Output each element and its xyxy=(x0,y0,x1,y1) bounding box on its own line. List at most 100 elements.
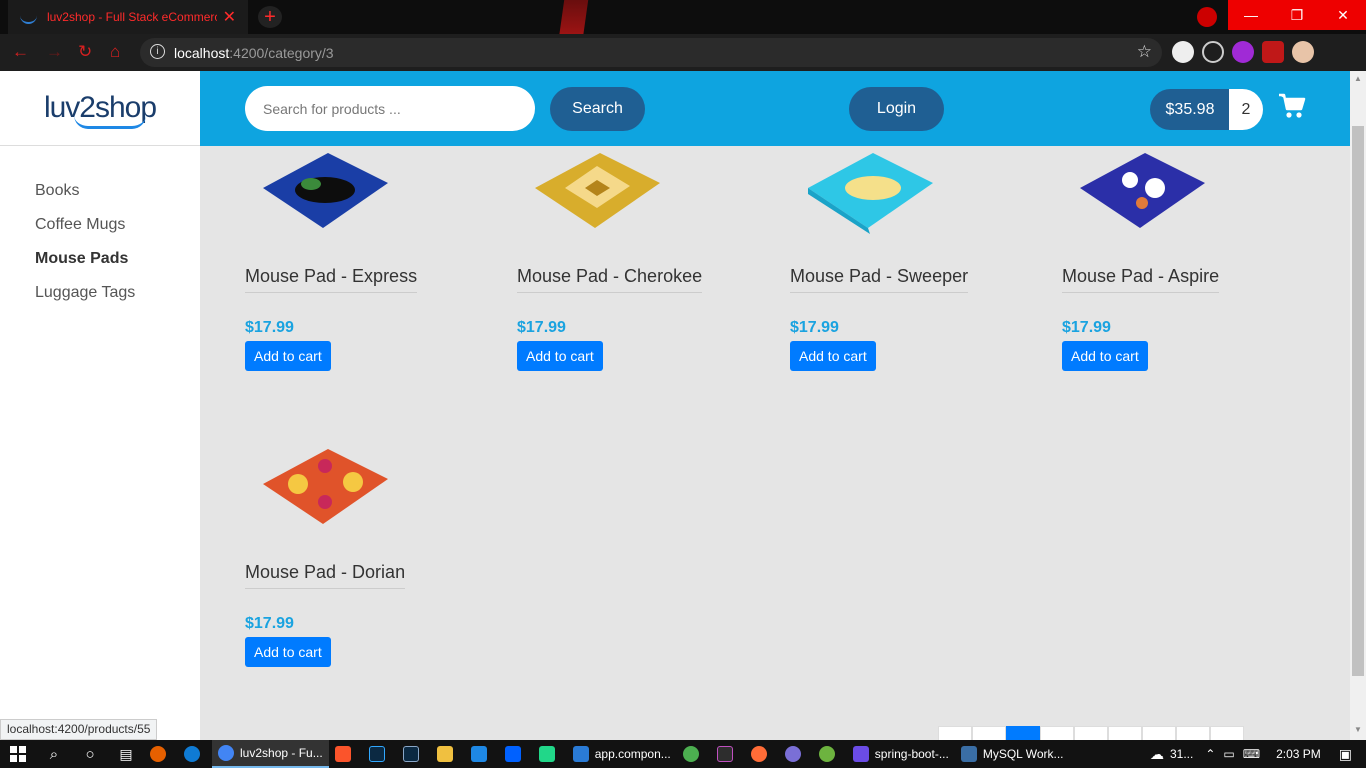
react-devtools-icon[interactable] xyxy=(1202,41,1224,63)
page-scrollbar[interactable]: ▲ ▼ xyxy=(1350,71,1366,740)
page-button[interactable] xyxy=(1142,726,1176,740)
bookmark-star-icon[interactable]: ☆ xyxy=(1137,42,1152,62)
search-taskbar-icon[interactable]: ⌕ xyxy=(36,740,72,768)
lightroom-icon[interactable] xyxy=(397,740,431,768)
extension-icon[interactable] xyxy=(1172,41,1194,63)
taskbar-item-intellij[interactable]: spring-boot-... xyxy=(847,740,955,768)
add-to-cart-button[interactable]: Add to cart xyxy=(517,341,603,371)
tab-close-icon[interactable]: ✕ xyxy=(223,7,236,27)
page-button[interactable] xyxy=(1108,726,1142,740)
vscode-icon xyxy=(572,746,589,762)
notifications-icon[interactable]: ▣ xyxy=(1339,746,1352,763)
back-icon[interactable]: ← xyxy=(12,42,29,62)
start-button[interactable] xyxy=(0,740,36,768)
close-window-button[interactable]: ✕ xyxy=(1320,0,1366,30)
pycharm-icon[interactable] xyxy=(533,740,567,768)
sidebar: luv2shop Books Coffee Mugs Mouse Pads Lu… xyxy=(0,71,200,740)
product-name[interactable]: Mouse Pad - Dorian xyxy=(245,562,406,589)
spring-icon[interactable] xyxy=(813,740,847,768)
product-price: $17.99 xyxy=(517,319,566,336)
search-button[interactable]: Search xyxy=(550,87,645,131)
task-view-icon[interactable]: ▤ xyxy=(108,740,144,768)
add-to-cart-button[interactable]: Add to cart xyxy=(245,341,331,371)
site-info-icon[interactable]: i xyxy=(150,44,165,59)
home-icon[interactable]: ⌂ xyxy=(110,42,120,62)
product-image[interactable] xyxy=(1070,148,1210,243)
puzzle-extensions-icon[interactable] xyxy=(1262,41,1284,63)
cortana-icon[interactable]: ○ xyxy=(72,740,108,768)
category-menu: Books Coffee Mugs Mouse Pads Luggage Tag… xyxy=(0,182,200,302)
product-name[interactable]: Mouse Pad - Cherokee xyxy=(517,266,703,293)
scrollbar-thumb[interactable] xyxy=(1352,126,1364,676)
postman-icon[interactable] xyxy=(745,740,779,768)
sidebar-item-mouse-pads[interactable]: Mouse Pads xyxy=(35,250,200,268)
page-button[interactable] xyxy=(1210,726,1244,740)
add-to-cart-button[interactable]: Add to cart xyxy=(1062,341,1148,371)
cart-count[interactable]: 2 xyxy=(1229,89,1263,130)
browser-tab[interactable]: luv2shop - Full Stack eCommerce ✕ xyxy=(8,0,248,34)
product-name[interactable]: Mouse Pad - Sweeper xyxy=(790,266,969,293)
login-button[interactable]: Login xyxy=(849,87,944,131)
brave-icon[interactable] xyxy=(329,740,363,768)
page-button[interactable] xyxy=(1176,726,1210,740)
scroll-up-icon[interactable]: ▲ xyxy=(1354,74,1362,83)
weather-icon[interactable]: ☁ xyxy=(1150,746,1164,763)
forward-icon[interactable]: → xyxy=(46,42,63,62)
taskbar-item-mysql-workbench[interactable]: MySQL Work... xyxy=(955,740,1070,768)
new-tab-button[interactable]: + xyxy=(258,6,282,28)
product-image[interactable] xyxy=(525,148,665,243)
product-image[interactable] xyxy=(253,148,393,243)
sidebar-item-luggage-tags[interactable]: Luggage Tags xyxy=(35,284,200,302)
file-explorer-icon[interactable] xyxy=(431,740,465,768)
page-button[interactable] xyxy=(1040,726,1074,740)
product-name[interactable]: Mouse Pad - Aspire xyxy=(1062,266,1220,293)
page-button[interactable] xyxy=(1074,726,1108,740)
mail-icon[interactable] xyxy=(465,740,499,768)
profile-avatar[interactable] xyxy=(1292,41,1314,63)
sidebar-item-books[interactable]: Books xyxy=(35,182,200,200)
taskbar-item-vscode[interactable]: app.compon... xyxy=(567,740,677,768)
taskbar-item-chrome[interactable]: luv2shop - Fu... xyxy=(212,740,329,768)
browser-toolbar: ← → ↻ ⌂ i localhost:4200/category/3 ☆ xyxy=(0,34,1366,71)
edge-icon[interactable] xyxy=(178,740,212,768)
page-button[interactable] xyxy=(972,726,1006,740)
windows-logo-icon xyxy=(10,746,26,762)
firefox-icon[interactable] xyxy=(144,740,178,768)
browser-titlebar: luv2shop - Full Stack eCommerce ✕ + — ❐ … xyxy=(0,0,1366,34)
tab-favicon-icon xyxy=(20,10,37,24)
clock-time[interactable]: 2:03 PM xyxy=(1276,747,1321,761)
add-to-cart-button[interactable]: Add to cart xyxy=(790,341,876,371)
media-control-icon[interactable] xyxy=(1197,7,1217,27)
extension-icon[interactable] xyxy=(1232,41,1254,63)
cart-total[interactable]: $35.98 xyxy=(1150,89,1230,130)
terminal-icon[interactable] xyxy=(711,740,745,768)
shopping-cart-icon[interactable] xyxy=(1278,93,1306,119)
minimize-button[interactable]: — xyxy=(1228,0,1274,30)
product-name[interactable]: Mouse Pad - Express xyxy=(245,266,418,293)
page-button-active[interactable] xyxy=(1006,726,1040,740)
product-price: $17.99 xyxy=(790,319,839,336)
luv2shop-logo[interactable]: luv2shop xyxy=(44,91,157,129)
add-to-cart-button[interactable]: Add to cart xyxy=(245,637,331,667)
tray-chevron-icon[interactable]: ⌃ xyxy=(1205,747,1215,761)
battery-icon[interactable]: ▭ xyxy=(1223,747,1234,761)
product-card: Mouse Pad - Dorian $17.99 Add to cart xyxy=(245,444,485,667)
product-image[interactable] xyxy=(798,148,938,243)
dropbox-icon[interactable] xyxy=(499,740,533,768)
photoshop-icon[interactable] xyxy=(363,740,397,768)
page-button[interactable] xyxy=(938,726,972,740)
keyboard-icon[interactable]: ⌨ xyxy=(1243,747,1260,761)
search-input[interactable] xyxy=(245,86,535,131)
app-icon[interactable] xyxy=(779,740,813,768)
app-icon[interactable] xyxy=(677,740,711,768)
address-bar[interactable]: i localhost:4200/category/3 ☆ xyxy=(140,38,1162,67)
pagination xyxy=(938,726,1244,740)
weather-temp[interactable]: 31... xyxy=(1170,747,1193,761)
reload-icon[interactable]: ↻ xyxy=(78,42,92,62)
product-image[interactable] xyxy=(253,444,393,539)
product-price: $17.99 xyxy=(1062,319,1111,336)
chrome-icon xyxy=(218,745,234,761)
scroll-down-icon[interactable]: ▼ xyxy=(1354,725,1362,734)
sidebar-item-coffee-mugs[interactable]: Coffee Mugs xyxy=(35,216,200,234)
maximize-button[interactable]: ❐ xyxy=(1274,0,1320,30)
